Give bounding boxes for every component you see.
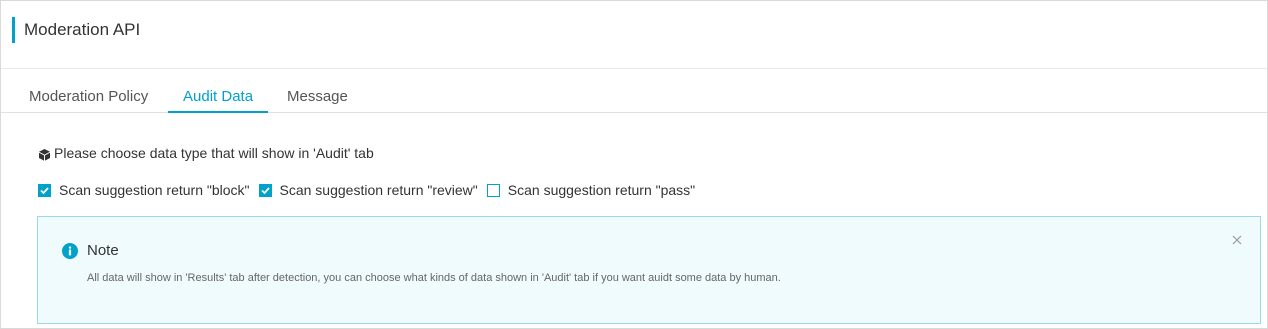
audit-section-label: Please choose data type that will show i… <box>38 144 374 162</box>
option-block-label: Scan suggestion return "block" <box>59 182 250 198</box>
header-accent-bar <box>12 17 15 43</box>
audit-section-text: Please choose data type that will show i… <box>54 145 374 161</box>
tab-message[interactable]: Message <box>272 81 363 113</box>
option-block[interactable]: Scan suggestion return "block" <box>38 182 250 198</box>
checkbox-block[interactable] <box>38 183 51 197</box>
option-review-label: Scan suggestion return "review" <box>279 182 478 198</box>
note-title: Note <box>87 242 119 259</box>
option-review[interactable]: Scan suggestion return "review" <box>258 182 478 198</box>
info-icon <box>62 243 78 259</box>
audit-options: Scan suggestion return "block" Scan sugg… <box>38 180 704 200</box>
panel-header: Moderation API <box>1 1 1267 69</box>
note-alert: Note All data will show in 'Results' tab… <box>37 216 1261 324</box>
checkbox-pass[interactable] <box>486 183 500 197</box>
tab-bar: Moderation Policy Audit Data Message <box>1 81 1267 113</box>
option-pass[interactable]: Scan suggestion return "pass" <box>486 182 696 198</box>
moderation-api-panel: Moderation API Moderation Policy Audit D… <box>0 0 1268 329</box>
page-title: Moderation API <box>24 20 141 39</box>
close-icon[interactable] <box>1230 233 1244 247</box>
checkbox-review[interactable] <box>258 183 272 197</box>
tab-moderation-policy[interactable]: Moderation Policy <box>14 81 163 113</box>
option-pass-label: Scan suggestion return "pass" <box>507 182 696 198</box>
tab-audit-data[interactable]: Audit Data <box>168 81 269 113</box>
note-text: All data will show in 'Results' tab afte… <box>87 272 781 284</box>
cube-icon <box>38 147 51 161</box>
